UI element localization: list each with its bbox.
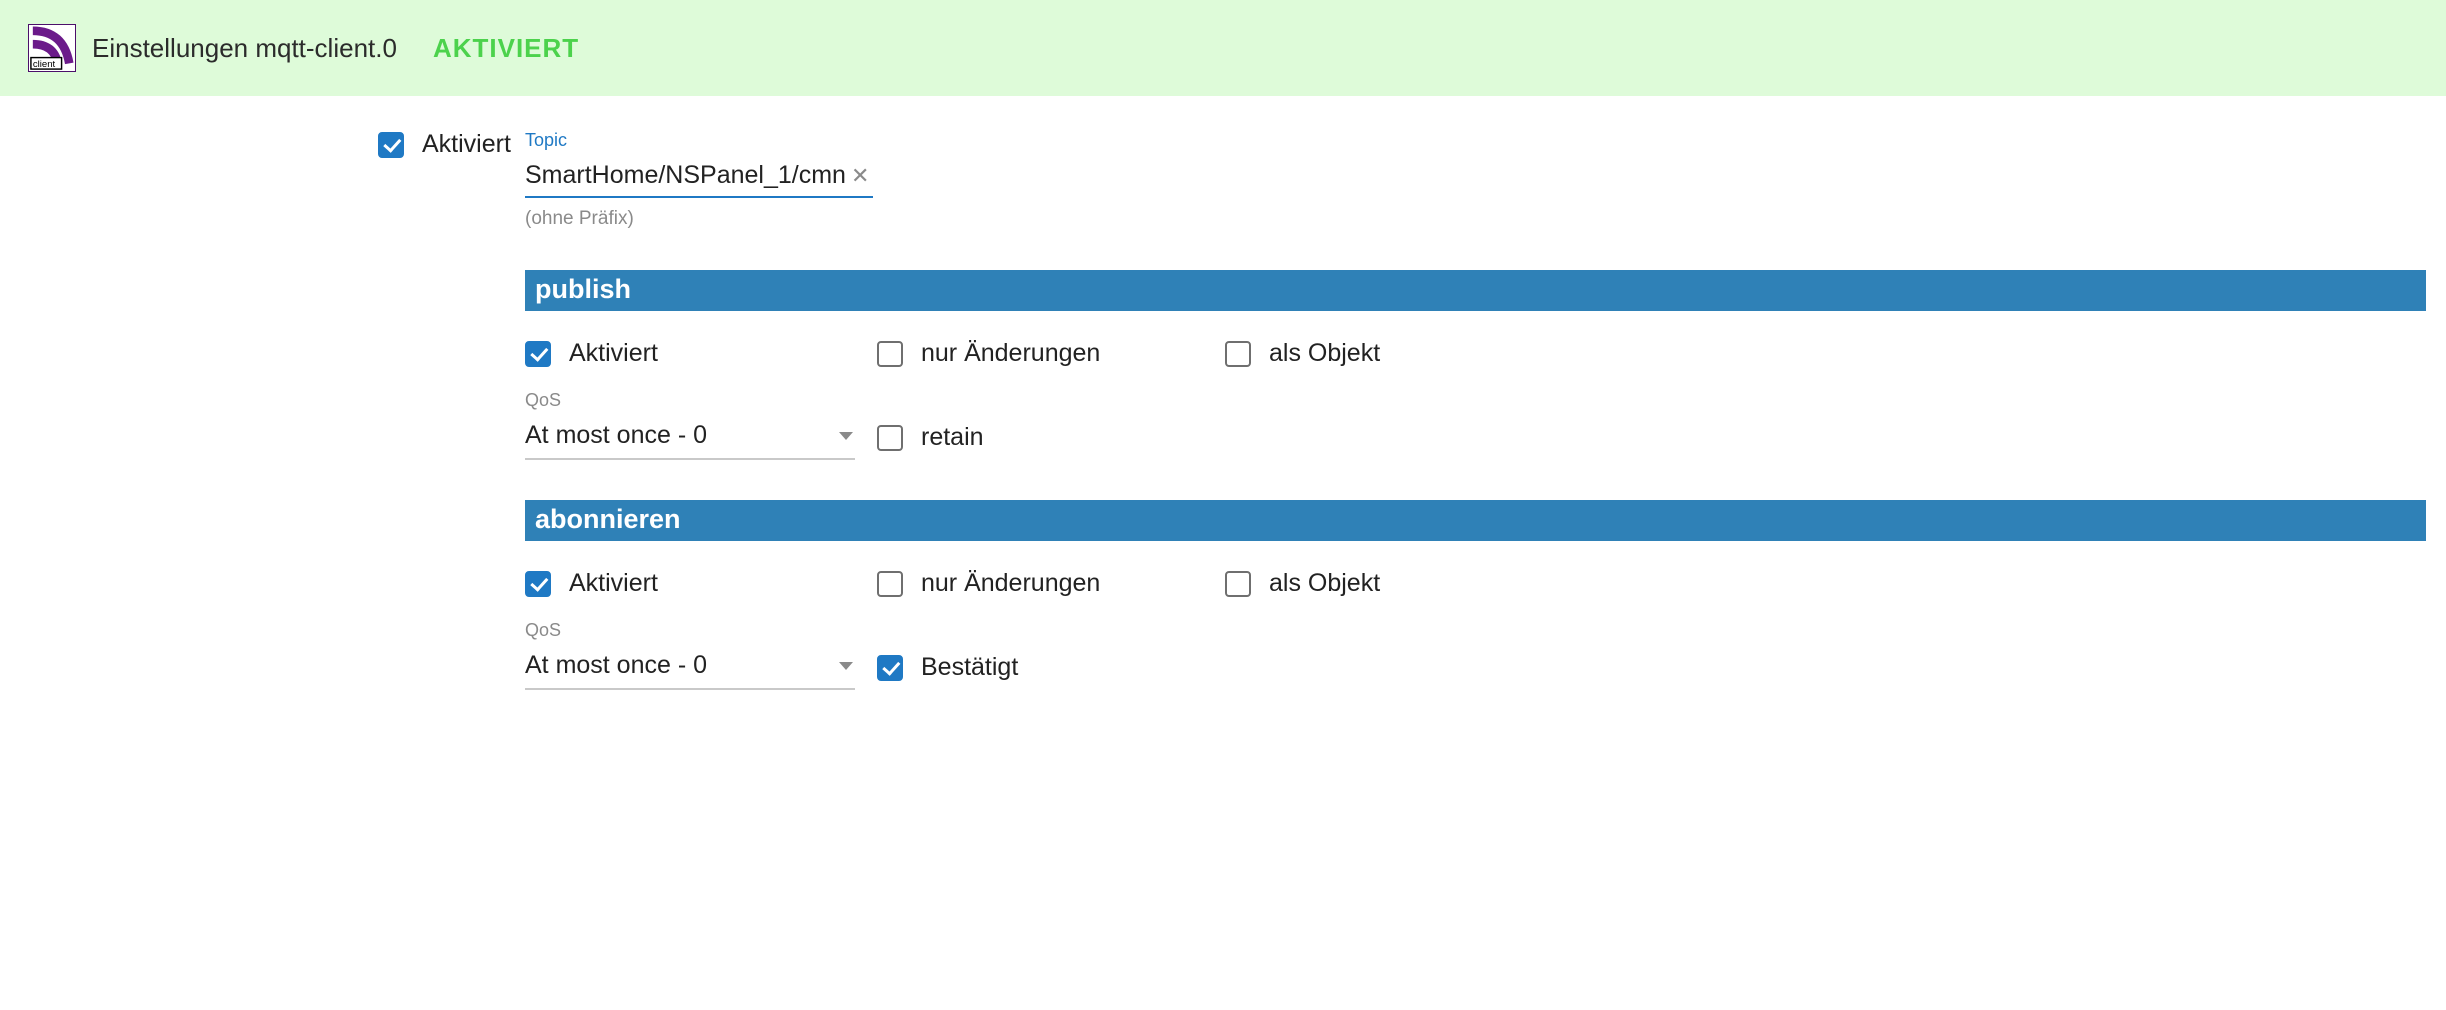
topic-field-group: Topic ✕ (ohne Präfix) xyxy=(525,130,873,230)
publish-as-object-label: als Objekt xyxy=(1269,339,1380,368)
subscribe-changes-only-checkbox[interactable] xyxy=(877,571,903,597)
subscribe-qos-select[interactable]: At most once - 0 xyxy=(525,647,855,690)
publish-qos-label: QoS xyxy=(525,390,877,411)
publish-changes-only-checkbox[interactable] xyxy=(877,341,903,367)
subscribe-row-1: Aktiviert nur Änderungen als Objekt xyxy=(525,569,2426,598)
subscribe-qos-value: At most once - 0 xyxy=(525,651,707,680)
global-enabled-group: Aktiviert xyxy=(378,130,525,159)
section-header-subscribe: abonnieren xyxy=(525,500,2426,541)
subscribe-changes-only-label: nur Änderungen xyxy=(921,569,1100,598)
svg-text:client: client xyxy=(33,59,56,70)
subscribe-ack-checkbox[interactable] xyxy=(877,655,903,681)
subscribe-enabled-checkbox[interactable] xyxy=(525,571,551,597)
top-row: Aktiviert Topic ✕ (ohne Präfix) xyxy=(378,130,2426,230)
chevron-down-icon xyxy=(839,432,853,440)
subscribe-enabled-label: Aktiviert xyxy=(569,569,658,598)
global-enabled-checkbox[interactable] xyxy=(378,132,404,158)
publish-enabled-checkbox[interactable] xyxy=(525,341,551,367)
global-enabled-label: Aktiviert xyxy=(422,130,511,159)
publish-changes-only-label: nur Änderungen xyxy=(921,339,1100,368)
publish-row-2: QoS At most once - 0 retain xyxy=(525,390,2426,460)
subscribe-as-object-checkbox[interactable] xyxy=(1225,571,1251,597)
header-bar: client Einstellungen mqtt-client.0 AKTIV… xyxy=(0,0,2446,96)
settings-form: Aktiviert Topic ✕ (ohne Präfix) publish … xyxy=(0,96,2446,690)
page-title: Einstellungen mqtt-client.0 xyxy=(92,33,397,64)
publish-qos-value: At most once - 0 xyxy=(525,421,707,450)
subscribe-as-object-label: als Objekt xyxy=(1269,569,1380,598)
topic-helper-text: (ohne Präfix) xyxy=(525,208,873,230)
topic-input-wrap: ✕ xyxy=(525,161,873,198)
subscribe-qos-label: QoS xyxy=(525,620,877,641)
adapter-icon: client xyxy=(28,24,76,72)
publish-retain-checkbox[interactable] xyxy=(877,425,903,451)
publish-enabled-label: Aktiviert xyxy=(569,339,658,368)
publish-retain-label: retain xyxy=(921,423,984,452)
subscribe-row-2: QoS At most once - 0 Bestätigt xyxy=(525,620,2426,690)
publish-as-object-checkbox[interactable] xyxy=(1225,341,1251,367)
topic-input[interactable] xyxy=(525,161,847,190)
topic-label: Topic xyxy=(525,130,873,151)
clear-topic-icon[interactable]: ✕ xyxy=(847,163,873,189)
sections-column: publish Aktiviert nur Änderungen als Obj… xyxy=(525,270,2426,690)
adapter-status-badge: AKTIVIERT xyxy=(433,33,579,64)
section-header-publish: publish xyxy=(525,270,2426,311)
subscribe-ack-label: Bestätigt xyxy=(921,653,1018,682)
chevron-down-icon xyxy=(839,662,853,670)
publish-row-1: Aktiviert nur Änderungen als Objekt xyxy=(525,339,2426,368)
publish-qos-select[interactable]: At most once - 0 xyxy=(525,417,855,460)
